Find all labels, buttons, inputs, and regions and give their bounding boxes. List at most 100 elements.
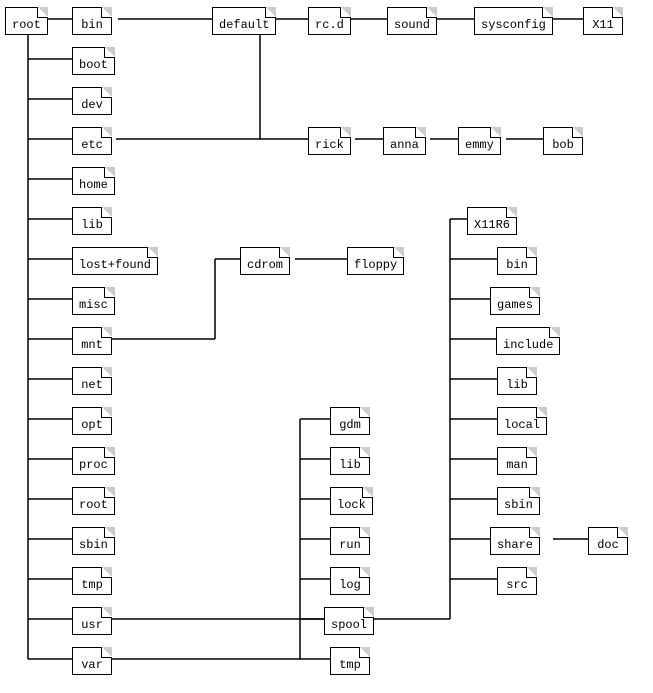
icon-usr-share: share xyxy=(490,527,540,555)
node-boot: boot xyxy=(72,47,115,75)
label-include: include xyxy=(503,338,553,352)
label-usr-man: man xyxy=(506,458,528,472)
label-mnt: mnt xyxy=(81,338,103,352)
node-games: games xyxy=(490,287,540,315)
node-usr-lib: lib xyxy=(497,367,537,395)
icon-etc: etc xyxy=(72,127,112,155)
icon-opt: opt xyxy=(72,407,112,435)
label-var-log: log xyxy=(339,578,361,592)
icon-lib: lib xyxy=(72,207,112,235)
icon-lost-found: lost+found xyxy=(72,247,158,275)
icon-var-lib: lib xyxy=(330,447,370,475)
icon-gdm: gdm xyxy=(330,407,370,435)
label-usr-share: share xyxy=(497,538,533,552)
label-var-spool: spool xyxy=(331,618,367,632)
icon-usr: usr xyxy=(72,607,112,635)
node-opt: opt xyxy=(72,407,112,435)
icon-usr-sbin: sbin xyxy=(497,487,540,515)
tree-container: root bin default rc.d sound sysconfig X1… xyxy=(0,0,653,693)
icon-var-lock: lock xyxy=(330,487,373,515)
label-usr-bin: bin xyxy=(506,258,528,272)
node-mnt: mnt xyxy=(72,327,112,355)
node-var-spool: spool xyxy=(324,607,374,635)
label-games: games xyxy=(497,298,533,312)
node-cdrom: cdrom xyxy=(240,247,290,275)
icon-sbin: sbin xyxy=(72,527,115,555)
icon-sysconfig: sysconfig xyxy=(474,7,553,35)
icon-net: net xyxy=(72,367,112,395)
node-sbin: sbin xyxy=(72,527,115,555)
label-var-tmp: tmp xyxy=(339,658,361,672)
node-usr-share: share xyxy=(490,527,540,555)
node-usr: usr xyxy=(72,607,112,635)
label-sound: sound xyxy=(394,18,430,32)
icon-anna: anna xyxy=(383,127,426,155)
node-rc-d: rc.d xyxy=(308,7,351,35)
icon-var: var xyxy=(72,647,112,675)
node-X11: X11 xyxy=(583,7,623,35)
icon-cdrom: cdrom xyxy=(240,247,290,275)
label-rc-d: rc.d xyxy=(315,18,344,32)
node-net: net xyxy=(72,367,112,395)
node-var-lock: lock xyxy=(330,487,373,515)
label-doc: doc xyxy=(597,538,619,552)
label-X11: X11 xyxy=(592,18,614,32)
icon-root-dir: root xyxy=(72,487,115,515)
icon-var-spool: spool xyxy=(324,607,374,635)
node-default: default xyxy=(212,7,276,35)
node-sysconfig: sysconfig xyxy=(474,7,553,35)
label-usr-lib: lib xyxy=(506,378,528,392)
node-rick: rick xyxy=(308,127,351,155)
label-root: root xyxy=(12,18,41,32)
icon-var-tmp: tmp xyxy=(330,647,370,675)
label-root-dir: root xyxy=(79,498,108,512)
node-home: home xyxy=(72,167,115,195)
label-default: default xyxy=(219,18,269,32)
label-usr-sbin: sbin xyxy=(504,498,533,512)
node-floppy: floppy xyxy=(347,247,404,275)
label-bin-top: bin xyxy=(81,18,103,32)
label-lost-found: lost+found xyxy=(79,258,151,272)
node-tmp: tmp xyxy=(72,567,112,595)
label-emmy: emmy xyxy=(465,138,494,152)
label-dev: dev xyxy=(81,98,103,112)
label-opt: opt xyxy=(81,418,103,432)
label-tmp: tmp xyxy=(81,578,103,592)
icon-usr-lib: lib xyxy=(497,367,537,395)
icon-default: default xyxy=(212,7,276,35)
icon-floppy: floppy xyxy=(347,247,404,275)
icon-sound: sound xyxy=(387,7,437,35)
label-var-lib: lib xyxy=(339,458,361,472)
icon-boot: boot xyxy=(72,47,115,75)
label-var-lock: lock xyxy=(337,498,366,512)
label-cdrom: cdrom xyxy=(247,258,283,272)
icon-emmy: emmy xyxy=(458,127,501,155)
node-root-dir: root xyxy=(72,487,115,515)
node-misc: misc xyxy=(72,287,115,315)
label-boot: boot xyxy=(79,58,108,72)
icon-tmp: tmp xyxy=(72,567,112,595)
icon-doc: doc xyxy=(588,527,628,555)
node-lost-found: lost+found xyxy=(72,247,158,275)
icon-usr-local: local xyxy=(497,407,547,435)
label-gdm: gdm xyxy=(339,418,361,432)
icon-mnt: mnt xyxy=(72,327,112,355)
node-usr-man: man xyxy=(497,447,537,475)
node-etc: etc xyxy=(72,127,112,155)
icon-proc: proc xyxy=(72,447,115,475)
node-bob: bob xyxy=(543,127,583,155)
label-sbin: sbin xyxy=(79,538,108,552)
label-lib: lib xyxy=(81,218,103,232)
node-include: include xyxy=(496,327,560,355)
icon-X11: X11 xyxy=(583,7,623,35)
node-var: var xyxy=(72,647,112,675)
icon-include: include xyxy=(496,327,560,355)
node-emmy: emmy xyxy=(458,127,501,155)
label-home: home xyxy=(79,178,108,192)
node-usr-sbin: sbin xyxy=(497,487,540,515)
node-usr-bin: bin xyxy=(497,247,537,275)
label-var: var xyxy=(81,658,103,672)
label-usr-src: src xyxy=(506,578,528,592)
icon-misc: misc xyxy=(72,287,115,315)
label-proc: proc xyxy=(79,458,108,472)
